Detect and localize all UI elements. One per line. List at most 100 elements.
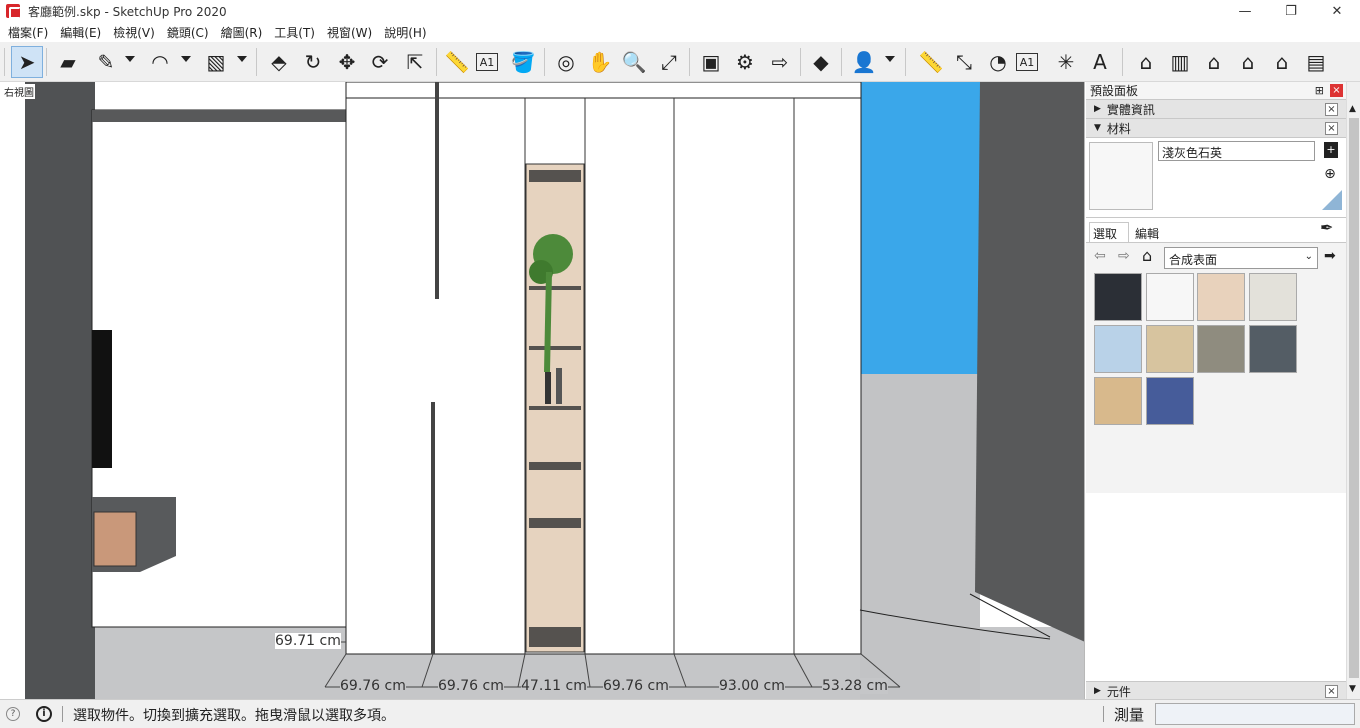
chevron-down-icon[interactable] — [885, 56, 895, 62]
text-tool-icon[interactable]: A1 — [476, 53, 498, 71]
zoom-tool-icon[interactable]: 🔍 — [618, 46, 650, 78]
scroll-down-icon[interactable]: ▼ — [1349, 684, 1356, 694]
pencil-tool-icon[interactable]: ✎ — [90, 46, 122, 78]
panel-label: 元件 — [1106, 684, 1131, 699]
create-material-icon[interactable]: + — [1324, 142, 1338, 158]
close-icon[interactable]: × — [1325, 122, 1338, 135]
arc-tool-icon[interactable]: ◠ — [144, 46, 176, 78]
material-swatch[interactable] — [1094, 377, 1142, 425]
restore-button[interactable]: ❐ — [1268, 0, 1314, 22]
tape-measure-icon[interactable]: 📏 — [915, 46, 947, 78]
title-bar: 客廳範例.skp - SketchUp Pro 2020 — ❐ ✕ — [0, 0, 1360, 22]
orbit-tool-icon[interactable]: ◎ — [550, 46, 582, 78]
material-swatch[interactable] — [1197, 273, 1245, 321]
status-separator — [1103, 706, 1104, 722]
protractor-icon[interactable]: ◔ — [982, 46, 1014, 78]
tray-scrollbar[interactable]: ▲ ▼ — [1346, 82, 1360, 699]
divider — [1086, 217, 1346, 218]
back-arrow-icon[interactable]: ⇦ — [1094, 248, 1106, 264]
axes-tool-icon[interactable]: ✳ — [1050, 46, 1082, 78]
menu-edit[interactable]: 編輯(E) — [56, 24, 109, 41]
collection-dropdown[interactable]: 合成表面 ⌄ — [1164, 247, 1318, 269]
material-swatch[interactable] — [1094, 273, 1142, 321]
geo-location-icon[interactable]: ? — [6, 707, 20, 721]
select-tool-icon[interactable]: ➤ — [11, 46, 43, 78]
menu-view[interactable]: 檢視(V) — [109, 24, 163, 41]
close-icon[interactable]: × — [1325, 685, 1338, 698]
dimension-tool-icon[interactable]: ⤡ — [948, 46, 980, 78]
pin-icon[interactable]: ⊞ — [1315, 84, 1324, 97]
move-tool-icon[interactable]: ✥ — [331, 46, 363, 78]
home-icon[interactable]: ⌂ — [1142, 246, 1152, 265]
forward-arrow-icon[interactable]: ⇨ — [1118, 248, 1130, 264]
chevron-down-icon[interactable] — [125, 56, 135, 62]
offset-tool-icon[interactable]: ↻ — [297, 46, 329, 78]
material-swatch[interactable] — [1146, 325, 1194, 373]
scroll-up-icon[interactable]: ▲ — [1349, 104, 1356, 114]
close-icon[interactable]: × — [1325, 103, 1338, 116]
rotate-tool-icon[interactable]: ⟳ — [364, 46, 396, 78]
measurements-input[interactable] — [1155, 703, 1355, 725]
material-preview — [1089, 142, 1153, 210]
chevron-down-icon[interactable] — [237, 56, 247, 62]
3d-warehouse-icon[interactable]: ▣ — [695, 46, 727, 78]
back-view-icon[interactable]: ⌂ — [1266, 46, 1298, 78]
shape-tool-icon[interactable]: ▧ — [200, 46, 232, 78]
tab-edit[interactable]: 編輯 — [1132, 224, 1172, 242]
right-wall — [975, 82, 1084, 642]
push-pull-tool-icon[interactable]: ⬘ — [263, 46, 295, 78]
material-swatch[interactable] — [1197, 325, 1245, 373]
eyedropper-icon[interactable]: ✒ — [1320, 218, 1333, 237]
material-swatch[interactable] — [1249, 273, 1297, 321]
chevron-down-icon[interactable] — [181, 56, 191, 62]
material-swatch[interactable] — [1249, 325, 1297, 373]
close-button[interactable]: ✕ — [1314, 0, 1360, 22]
text-label-icon[interactable]: A1 — [1016, 53, 1038, 71]
entity-info-panel-header[interactable]: ▶ 實體資訊 × — [1086, 99, 1346, 118]
minimize-button[interactable]: — — [1222, 0, 1268, 22]
info-icon[interactable]: i — [36, 706, 52, 722]
default-material-icon[interactable]: ⊕ — [1321, 166, 1339, 182]
extension-warehouse-icon[interactable]: ⚙ — [729, 46, 761, 78]
right-view-icon[interactable]: ⌂ — [1232, 46, 1264, 78]
material-name-field[interactable]: 淺灰色石英 — [1158, 141, 1315, 161]
shelf-board — [529, 170, 581, 182]
menu-camera[interactable]: 鏡頭(C) — [163, 24, 217, 41]
account-icon[interactable]: 👤 — [848, 46, 880, 78]
material-swatch[interactable] — [1094, 325, 1142, 373]
menu-file[interactable]: 檔案(F) — [4, 24, 56, 41]
tray-title: 預設面板 — [1090, 84, 1139, 98]
toolbar-separator — [841, 48, 842, 76]
paint-bucket-icon[interactable]: 🪣 — [507, 46, 539, 78]
3d-text-icon[interactable]: A — [1084, 46, 1116, 78]
details-arrow-icon[interactable]: ➡ — [1324, 248, 1336, 264]
top-view-icon[interactable]: ▥ — [1164, 46, 1196, 78]
tape-measure-icon[interactable]: 📏 — [441, 46, 473, 78]
materials-panel-header[interactable]: ▼ 材料 × — [1086, 118, 1346, 137]
front-view-icon[interactable]: ⌂ — [1198, 46, 1230, 78]
paint-display-icon[interactable] — [1322, 190, 1342, 210]
tray-close-button[interactable]: × — [1330, 84, 1343, 97]
menu-tools[interactable]: 工具(T) — [270, 24, 323, 41]
left-view-icon[interactable]: ▤ — [1300, 46, 1332, 78]
ruby-console-icon[interactable]: ◆ — [805, 46, 837, 78]
material-swatch[interactable] — [1146, 377, 1194, 425]
scale-tool-icon[interactable]: ⇱ — [399, 46, 431, 78]
wardrobe-wall — [345, 82, 862, 655]
material-swatch[interactable] — [1146, 273, 1194, 321]
menu-window[interactable]: 視窗(W) — [323, 24, 380, 41]
components-panel-header[interactable]: ▶ 元件 × — [1086, 681, 1346, 700]
menu-draw[interactable]: 繪圖(R) — [217, 24, 271, 41]
tab-select[interactable]: 選取 — [1089, 222, 1129, 242]
scroll-thumb[interactable] — [1349, 118, 1359, 678]
iso-view-icon[interactable]: ⌂ — [1130, 46, 1162, 78]
zoom-extents-icon[interactable]: ⤢ — [653, 46, 685, 78]
send-to-layout-icon[interactable]: ⇨ — [764, 46, 796, 78]
menu-help[interactable]: 說明(H) — [380, 24, 434, 41]
scene-drawing[interactable] — [0, 82, 1085, 699]
pan-tool-icon[interactable]: ✋ — [584, 46, 616, 78]
model-viewport[interactable]: 右視圖 69.71 cm 69.76 cm 69.76 cm 47.11 cm … — [0, 82, 1085, 699]
outside-ground — [860, 374, 980, 699]
eraser-tool-icon[interactable]: ▰ — [52, 46, 84, 78]
shelf-board — [529, 462, 581, 470]
